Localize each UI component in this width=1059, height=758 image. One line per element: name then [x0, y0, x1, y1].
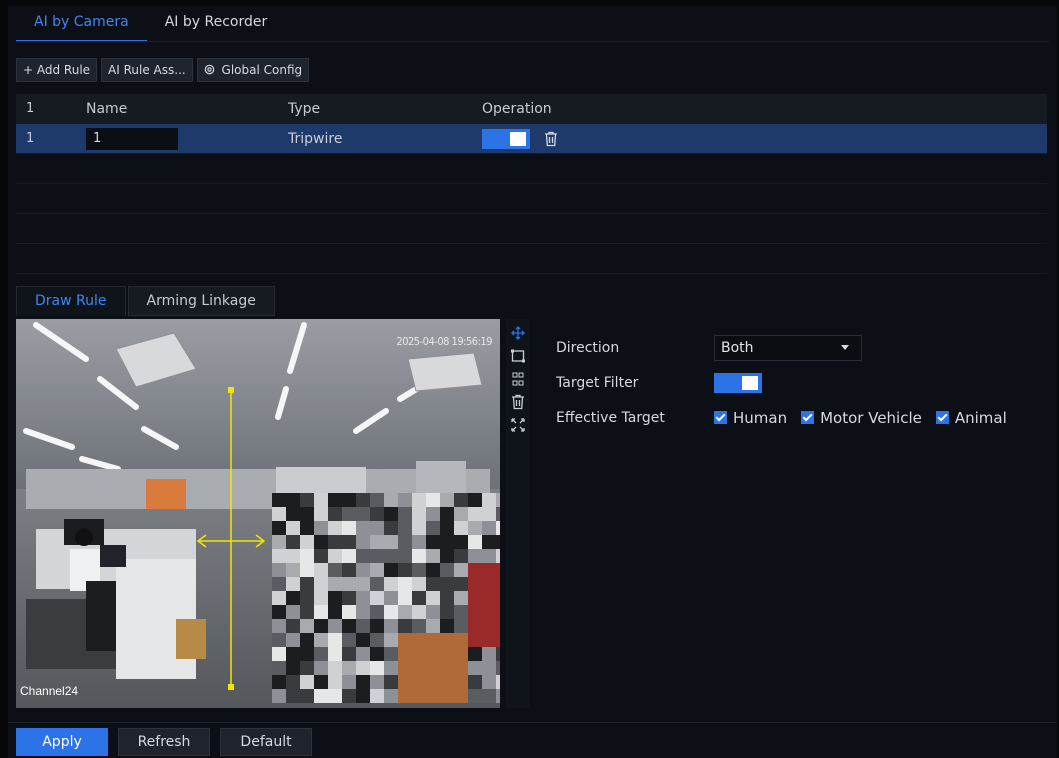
ai-rule-assistant-button[interactable]: AI Rule Ass...: [101, 58, 193, 82]
empty-row: [16, 154, 1047, 184]
human-label: Human: [733, 408, 788, 427]
empty-row: [16, 214, 1047, 244]
chevron-down-icon: [841, 345, 849, 350]
checkbox-checked-icon: [935, 411, 949, 424]
target-checkboxes: Human Motor Vehicle Animal: [714, 409, 1007, 427]
animal-checkbox[interactable]: Animal: [935, 408, 1007, 427]
table-header: 1 Name Type Operation: [16, 94, 1047, 124]
rule-settings: Direction Both Target Filter Effective T…: [556, 330, 1007, 435]
empty-row: [16, 184, 1047, 214]
tab-draw-rule[interactable]: Draw Rule: [16, 286, 126, 316]
toggle-knob: [510, 131, 526, 146]
global-config-label: Global Config: [221, 63, 303, 77]
camera-preview[interactable]: 2025-04-08 19:56:19 Channel24: [16, 319, 500, 708]
table-row[interactable]: 1 1 Tripwire: [16, 124, 1047, 154]
draw-toolbar: [506, 319, 530, 708]
channel-label: Channel24: [20, 684, 79, 698]
target-filter-toggle[interactable]: [714, 372, 762, 393]
target-filter-row: Target Filter: [556, 365, 1007, 400]
motor-vehicle-checkbox[interactable]: Motor Vehicle: [801, 409, 922, 427]
global-config-button[interactable]: Global Config: [196, 58, 310, 82]
default-button[interactable]: Default: [220, 728, 312, 756]
header-type: Type: [278, 101, 472, 117]
empty-row: [16, 244, 1047, 274]
ai-config-window: AI by Camera AI by Recorder + Add Rule A…: [8, 6, 1057, 758]
row-index: 1: [26, 131, 35, 146]
direction-row: Direction Both: [556, 330, 1007, 365]
direction-select[interactable]: Both: [714, 334, 862, 361]
add-rule-button[interactable]: + Add Rule: [16, 58, 98, 82]
tab-ai-by-camera[interactable]: AI by Camera: [16, 6, 147, 42]
effective-target-row: Effective Target Human Motor Vehicle Ani…: [556, 400, 1007, 435]
header-operation: Operation: [472, 101, 1047, 117]
row-type: Tripwire: [288, 130, 343, 147]
bottom-actions: Apply Refresh Default: [16, 728, 312, 756]
refresh-button[interactable]: Refresh: [118, 728, 210, 756]
draw-rect-icon[interactable]: [510, 348, 526, 364]
row-operation: [472, 128, 1047, 149]
animal-label: Animal: [954, 408, 1007, 427]
fullscreen-icon[interactable]: [510, 417, 526, 433]
tabs-divider: [16, 41, 1049, 42]
checkbox-checked-icon: [801, 411, 815, 424]
camera-scene: [16, 319, 500, 708]
direction-label: Direction: [556, 339, 620, 356]
rule-toolbar: + Add Rule AI Rule Ass... Global Config: [16, 58, 310, 82]
motor-vehicle-label: Motor Vehicle: [820, 408, 922, 427]
delete-icon[interactable]: [510, 394, 526, 410]
header-name: Name: [76, 101, 278, 117]
apply-button[interactable]: Apply: [16, 728, 108, 756]
toggle-knob: [742, 375, 758, 390]
checkbox-checked-icon: [714, 411, 727, 424]
tab-arming-linkage[interactable]: Arming Linkage: [127, 286, 275, 316]
sub-tabs: Draw Rule Arming Linkage: [16, 286, 275, 316]
target-filter-label: Target Filter: [556, 374, 639, 391]
human-checkbox[interactable]: Human: [714, 409, 787, 427]
trash-icon[interactable]: [544, 131, 558, 147]
video-timestamp: 2025-04-08 19:56:19: [396, 335, 492, 348]
top-tabs: AI by Camera AI by Recorder: [16, 6, 285, 42]
rule-table: 1 Name Type Operation 1 1 Tripwire: [16, 94, 1047, 274]
gear-icon: [204, 63, 219, 77]
rule-name-input[interactable]: 1: [86, 127, 178, 150]
direction-value: Both: [721, 339, 754, 356]
bottom-divider: [8, 722, 1057, 723]
draw-line-icon[interactable]: [510, 371, 526, 387]
effective-target-label: Effective Target: [556, 409, 665, 426]
rule-enable-toggle[interactable]: [482, 128, 530, 149]
row-name-cell: 1: [76, 127, 278, 150]
move-icon[interactable]: [510, 325, 526, 341]
header-index[interactable]: 1: [16, 101, 76, 116]
tab-ai-by-recorder[interactable]: AI by Recorder: [147, 6, 286, 42]
